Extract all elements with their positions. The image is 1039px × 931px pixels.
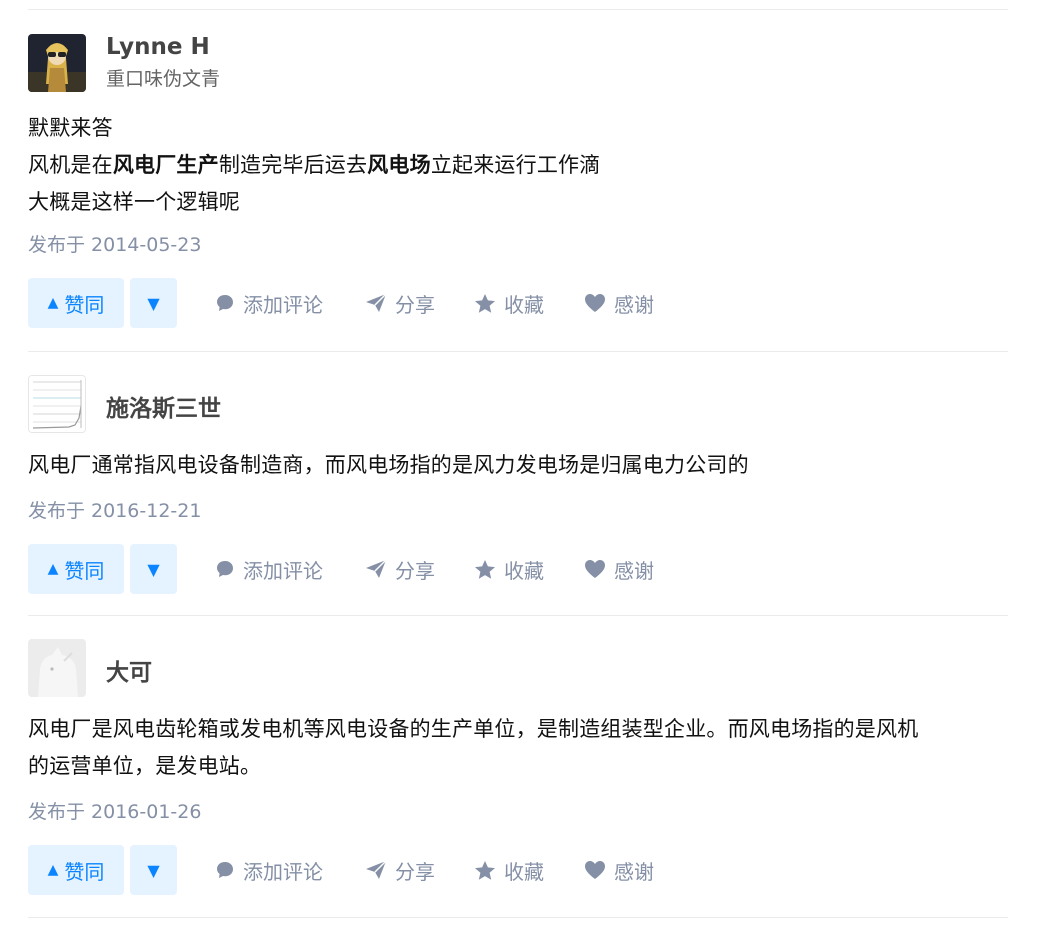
share-icon <box>366 293 387 312</box>
action-bar: ▲ 赞同 ▼ 添加评论 分享 收藏 感谢 <box>28 278 1008 328</box>
collect-label: 收藏 <box>504 558 544 583</box>
share-icon <box>366 559 387 578</box>
collect-button[interactable]: 收藏 <box>474 544 544 594</box>
upvote-triangle-icon: ▲ <box>47 561 59 577</box>
collect-label: 收藏 <box>504 859 544 884</box>
comment-button[interactable]: 添加评论 <box>215 845 323 895</box>
upvote-button[interactable]: ▲ 赞同 <box>28 278 124 328</box>
downvote-triangle-icon: ▼ <box>147 860 160 880</box>
answer-feed: Lynne H 重口味伪文青 默默来答 风机是在风电厂生产制造完毕后运去风电场立… <box>0 0 1039 931</box>
upvote-label: 赞同 <box>64 292 105 317</box>
thanks-button[interactable]: 感谢 <box>584 544 654 594</box>
upvote-triangle-icon: ▲ <box>47 295 59 311</box>
upvote-button[interactable]: ▲ 赞同 <box>28 845 124 895</box>
author-name[interactable]: Lynne H <box>106 34 210 60</box>
content-text: 立起来运行工作滴 <box>430 153 601 177</box>
downvote-button[interactable]: ▼ <box>130 845 177 895</box>
thanks-button[interactable]: 感谢 <box>584 845 654 895</box>
comment-label: 添加评论 <box>243 292 323 317</box>
author-bio: 重口味伪文青 <box>106 68 221 90</box>
star-icon <box>475 293 495 313</box>
comment-icon <box>217 561 233 577</box>
share-label: 分享 <box>395 558 435 583</box>
downvote-button[interactable]: ▼ <box>130 544 177 594</box>
content-text: 制造完毕后运去 <box>218 153 368 177</box>
thanks-label: 感谢 <box>614 558 654 583</box>
divider <box>28 615 1008 616</box>
content-line: 风机是在风电厂生产制造完毕后运去风电场立起来运行工作滴 <box>28 147 1008 184</box>
author-info: Lynne H 重口味伪文青 <box>28 34 1008 92</box>
share-label: 分享 <box>395 292 435 317</box>
share-button[interactable]: 分享 <box>365 544 435 594</box>
avatar[interactable] <box>28 34 86 92</box>
publish-date[interactable]: 发布于 2016-01-26 <box>28 798 1008 826</box>
content-bold-text: 风电厂生产 <box>112 153 219 177</box>
content-line: 风电厂通常指风电设备制造商，而风电场指的是风力发电场是归属电力公司的 <box>28 447 1008 484</box>
downvote-triangle-icon: ▼ <box>147 293 160 313</box>
comment-icon <box>217 862 233 878</box>
author-info: 大可 <box>28 639 1008 697</box>
upvote-button[interactable]: ▲ 赞同 <box>28 544 124 594</box>
answer-content: 默默来答 风机是在风电厂生产制造完毕后运去风电场立起来运行工作滴 大概是这样一个… <box>28 110 1008 221</box>
action-bar: ▲ 赞同 ▼ 添加评论 分享 收藏 感谢 <box>28 544 1008 594</box>
content-line: 的运营单位，是发电站。 <box>28 748 1008 785</box>
heart-icon <box>585 294 605 312</box>
content-text: 的运营单位，是发电站。 <box>28 754 262 778</box>
answer-item: 大可 风电厂是风电齿轮箱或发电机等风电设备的生产单位，是制造组装型企业。而风电场… <box>28 639 1008 895</box>
answer-item: 施洛斯三世 风电厂通常指风电设备制造商，而风电场指的是风力发电场是归属电力公司的… <box>28 375 1008 594</box>
thanks-label: 感谢 <box>614 292 654 317</box>
star-icon <box>475 559 495 579</box>
content-line: 默默来答 <box>28 110 1008 147</box>
content-text: 风机是在 <box>28 153 113 177</box>
share-button[interactable]: 分享 <box>365 845 435 895</box>
comment-icon <box>217 295 233 311</box>
divider <box>28 917 1008 918</box>
content-line: 风电厂是风电齿轮箱或发电机等风电设备的生产单位，是制造组装型企业。而风电场指的是… <box>28 711 1008 748</box>
content-line: 大概是这样一个逻辑呢 <box>28 184 1008 221</box>
downvote-button[interactable]: ▼ <box>130 278 177 328</box>
collect-label: 收藏 <box>504 292 544 317</box>
author-name[interactable]: 大可 <box>106 653 152 687</box>
content-text: 默默来答 <box>28 116 113 140</box>
share-icon <box>366 860 387 879</box>
comment-label: 添加评论 <box>243 859 323 884</box>
avatar[interactable] <box>28 639 86 697</box>
collect-button[interactable]: 收藏 <box>474 278 544 328</box>
heart-icon <box>585 560 605 578</box>
heart-icon <box>585 861 605 879</box>
publish-date[interactable]: 发布于 2016-12-21 <box>28 497 1008 525</box>
upvote-label: 赞同 <box>64 859 105 884</box>
thanks-button[interactable]: 感谢 <box>584 278 654 328</box>
comment-button[interactable]: 添加评论 <box>215 278 323 328</box>
answer-content: 风电厂是风电齿轮箱或发电机等风电设备的生产单位，是制造组装型企业。而风电场指的是… <box>28 711 1008 785</box>
content-bold-text: 风电场 <box>367 153 431 177</box>
comment-button[interactable]: 添加评论 <box>215 544 323 594</box>
collect-button[interactable]: 收藏 <box>474 845 544 895</box>
publish-date[interactable]: 发布于 2014-05-23 <box>28 231 1008 259</box>
downvote-triangle-icon: ▼ <box>147 559 160 579</box>
share-label: 分享 <box>395 859 435 884</box>
author-info: 施洛斯三世 <box>28 375 1008 433</box>
comment-label: 添加评论 <box>243 558 323 583</box>
upvote-label: 赞同 <box>64 558 105 583</box>
divider <box>28 351 1008 352</box>
upvote-triangle-icon: ▲ <box>47 862 59 878</box>
avatar[interactable] <box>28 375 86 433</box>
answer-item: Lynne H 重口味伪文青 默默来答 风机是在风电厂生产制造完毕后运去风电场立… <box>28 34 1008 328</box>
content-text: 风电厂是风电齿轮箱或发电机等风电设备的生产单位，是制造组装型企业。而风电场指的是… <box>28 717 919 741</box>
divider <box>28 9 1008 10</box>
content-text: 风电厂通常指风电设备制造商，而风电场指的是风力发电场是归属电力公司的 <box>28 453 749 477</box>
thanks-label: 感谢 <box>614 859 654 884</box>
content-text: 大概是这样一个逻辑呢 <box>28 190 240 214</box>
author-name[interactable]: 施洛斯三世 <box>106 389 221 423</box>
action-bar: ▲ 赞同 ▼ 添加评论 分享 收藏 感谢 <box>28 845 1008 895</box>
answer-content: 风电厂通常指风电设备制造商，而风电场指的是风力发电场是归属电力公司的 <box>28 447 1008 484</box>
star-icon <box>475 860 495 880</box>
share-button[interactable]: 分享 <box>365 278 435 328</box>
